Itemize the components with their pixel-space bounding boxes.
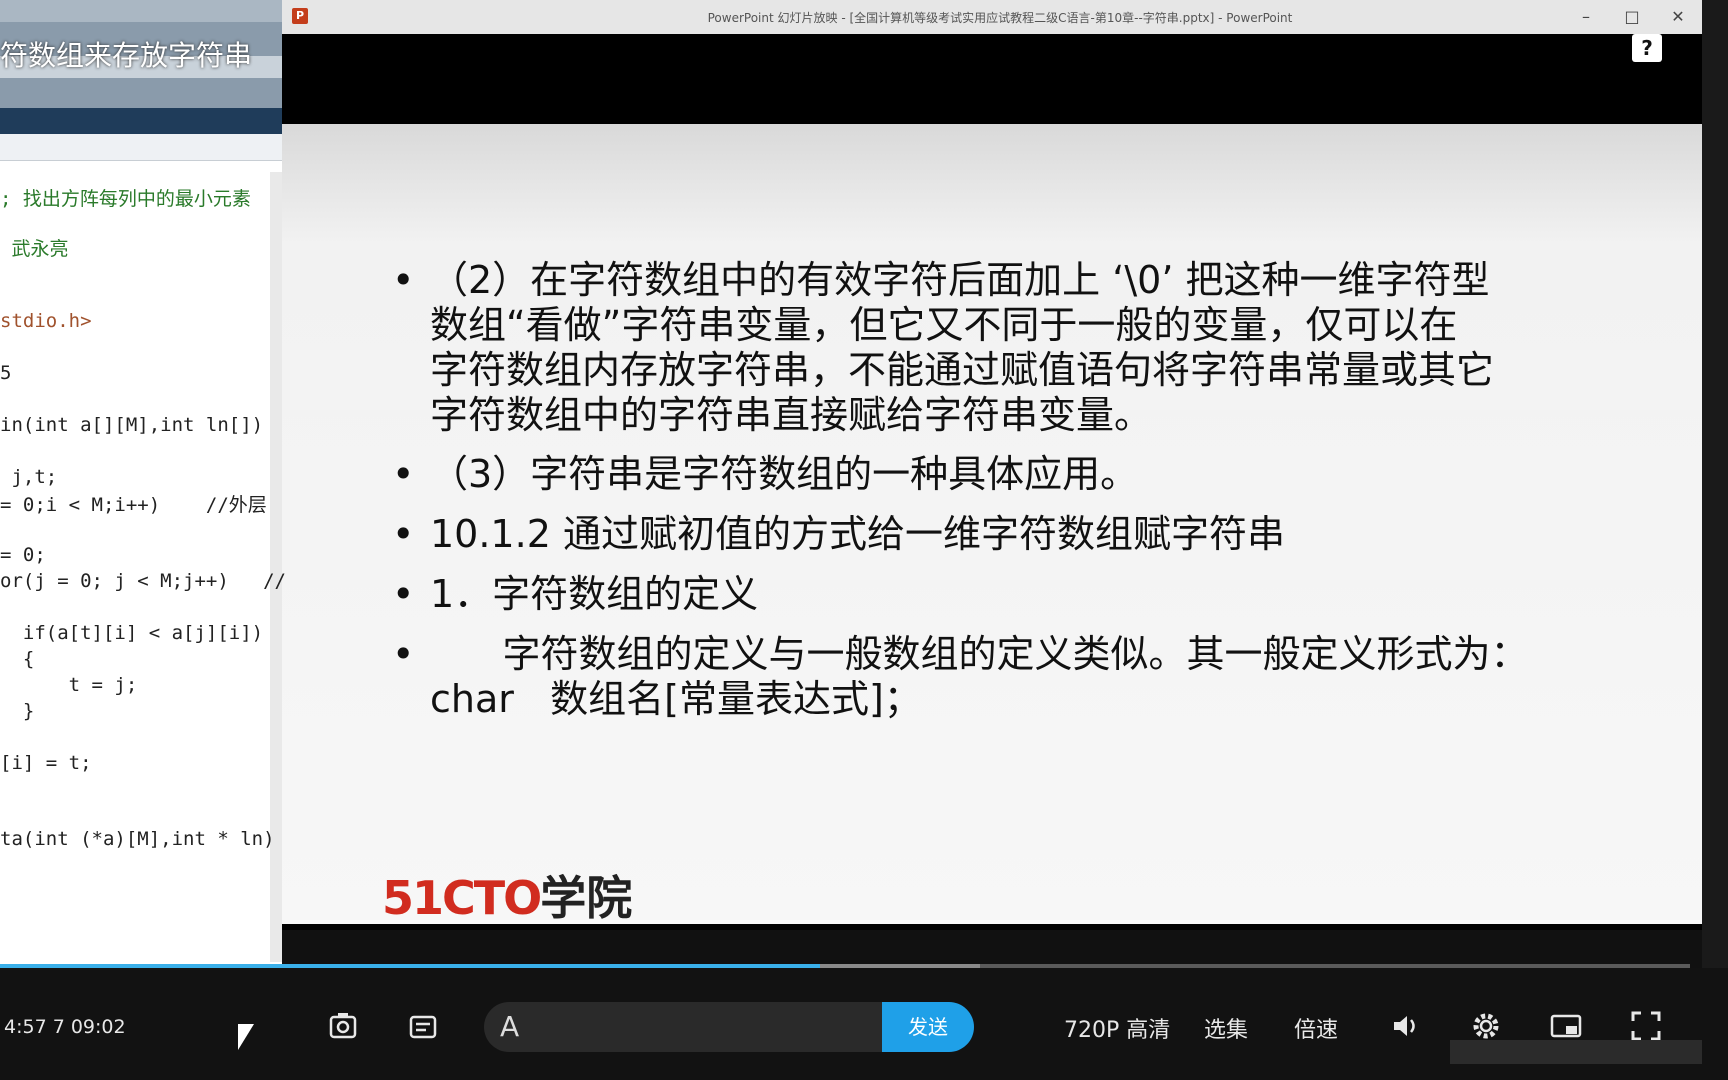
danmaku-style-icon[interactable]: A xyxy=(500,1010,519,1043)
ide-caption-strip xyxy=(0,0,282,22)
ide-menu-band xyxy=(0,108,282,134)
logo-number: 51CTO xyxy=(382,871,542,925)
speed-button[interactable]: 倍速 xyxy=(1294,1012,1338,1044)
help-icon[interactable]: ? xyxy=(1632,34,1662,62)
timecode: 4:57 7 09:02 xyxy=(4,1016,126,1038)
bullet-text: 10.1.2 通过赋初值的方式给一维字符数组赋字符串 xyxy=(430,512,1285,556)
code-line: j,t; xyxy=(0,466,58,488)
window-title: PowerPoint 幻灯片放映 - [全国计算机等级考试实用应试教程二级C语言… xyxy=(707,11,1293,25)
progress-fill[interactable] xyxy=(0,964,820,968)
screenshot-icon[interactable] xyxy=(324,1008,364,1048)
code-line: [i] = t; xyxy=(0,752,92,774)
code-line: ; 找出方阵每列中的最小元素 xyxy=(0,188,251,210)
code-line: = 0;i < M;i++) //外层 xyxy=(0,494,267,516)
code-line: { xyxy=(0,648,35,670)
bullet-text: 字符数组的定义与一般数组的定义类似。其一般定义形式为： char 数组名[常量表… xyxy=(430,632,1529,721)
code-line: stdio.h> xyxy=(0,310,92,332)
bullet-text: 1．字符数组的定义 xyxy=(430,572,759,616)
system-tray-strip xyxy=(1450,1040,1702,1064)
code-line: = 0; xyxy=(0,544,46,566)
51cto-logo: 51CTO学院 xyxy=(382,862,632,928)
bullet-dot: • xyxy=(392,512,415,556)
danmaku-input[interactable] xyxy=(540,1012,874,1044)
bullet-dot: • xyxy=(392,258,415,302)
powerpoint-app-icon: P xyxy=(292,8,308,24)
episodes-button[interactable]: 选集 xyxy=(1204,1012,1248,1044)
volume-icon[interactable] xyxy=(1386,1008,1426,1048)
code-line: in(int a[][M],int ln[]) xyxy=(0,414,264,436)
code-line: t = j; xyxy=(0,674,138,696)
code-line: or(j = 0; j < M;j++) // xyxy=(0,570,286,592)
code-line: 5 xyxy=(0,362,12,384)
bullet-dot: • xyxy=(392,452,415,496)
ide-tab-bar[interactable] xyxy=(0,134,282,161)
bullet-text: （3）字符串是字符数组的一种具体应用。 xyxy=(430,452,1139,496)
minimize-button[interactable]: – xyxy=(1564,4,1608,30)
code-line: ta(int (*a)[M],int * ln) xyxy=(0,828,275,850)
logo-text: 学院 xyxy=(540,871,633,925)
danmaku-toggle-icon[interactable] xyxy=(404,1008,444,1048)
code-line: } xyxy=(0,700,35,722)
bullet-dot: • xyxy=(392,632,415,676)
maximize-button[interactable]: □ xyxy=(1610,4,1654,30)
send-button[interactable]: 发送 xyxy=(882,1002,974,1052)
bullet-text: （2）在字符数组中的有效字符后面加上 ‘\0’ 把这种一维字符型 数组“看做”字… xyxy=(430,258,1495,437)
right-edge-strip xyxy=(1702,0,1728,1080)
mouse-cursor-icon xyxy=(238,1024,254,1050)
quality-selector[interactable]: 720P 高清 xyxy=(1064,1012,1170,1044)
close-button[interactable]: ✕ xyxy=(1656,4,1700,30)
bullet-dot: • xyxy=(392,572,415,616)
code-line: 武永亮 xyxy=(0,238,69,260)
code-line: if(a[t][i] < a[j][i]) xyxy=(0,622,264,644)
video-caption: 符数组来存放字符串 xyxy=(0,39,253,72)
